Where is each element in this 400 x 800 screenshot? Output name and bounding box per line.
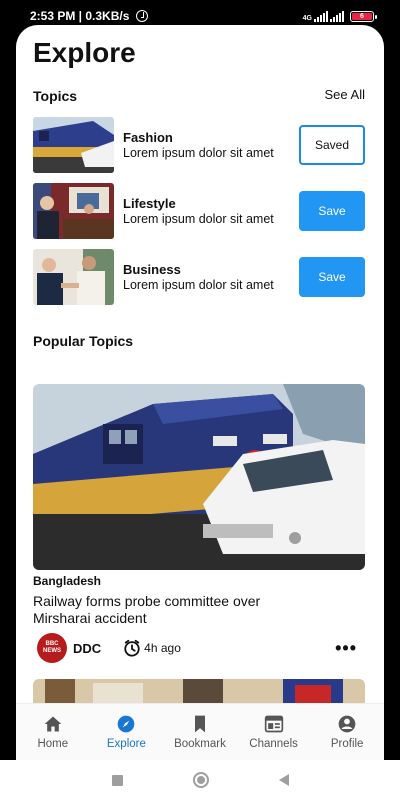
nav-label: Channels xyxy=(249,738,298,750)
status-time: 2:53 PM | 0.3KB/s xyxy=(30,9,130,23)
article-headline[interactable]: Railway forms probe committee over Mirsh… xyxy=(33,593,293,627)
topic-item-business[interactable]: Business Lorem ipsum dolor sit amet Save xyxy=(33,249,365,305)
home-button-icon[interactable] xyxy=(192,772,209,788)
battery-icon: 6 xyxy=(350,10,377,22)
clock-icon xyxy=(124,639,140,657)
topic-name: Fashion xyxy=(123,129,173,145)
nav-explore[interactable]: Explore xyxy=(90,704,164,760)
save-button[interactable]: Save xyxy=(299,191,365,231)
alarm-icon xyxy=(136,10,149,22)
popular-topics-heading: Popular Topics xyxy=(33,333,134,349)
nav-label: Home xyxy=(37,738,69,750)
compass-icon xyxy=(118,715,135,733)
topic-item-lifestyle[interactable]: Lifestyle Lorem ipsum dolor sit amet Sav… xyxy=(33,183,365,239)
system-navigation-bar xyxy=(0,760,400,800)
article-category: Bangladesh xyxy=(33,574,102,588)
topic-name: Lifestyle xyxy=(123,195,176,211)
article-source[interactable]: DDC xyxy=(73,641,101,656)
see-all-link[interactable]: See All xyxy=(325,87,365,102)
back-icon[interactable] xyxy=(278,774,289,786)
nav-channels[interactable]: Channels xyxy=(237,704,311,760)
bookmark-icon xyxy=(194,715,205,733)
topic-thumbnail xyxy=(33,183,114,239)
battery-level: 6 xyxy=(360,12,364,20)
topic-item-fashion[interactable]: Fashion Lorem ipsum dolor sit amet Saved xyxy=(33,117,365,173)
more-options-icon[interactable]: ••• xyxy=(335,638,357,659)
recents-icon[interactable] xyxy=(111,774,123,786)
signal-indicator: 4G xyxy=(302,10,344,22)
nav-label: Explore xyxy=(106,738,146,750)
article-image[interactable] xyxy=(33,384,365,570)
nav-home[interactable]: Home xyxy=(16,704,90,760)
page-title: Explore xyxy=(33,37,136,68)
topic-description: Lorem ipsum dolor sit amet xyxy=(123,145,274,160)
bottom-navigation: Home Explore Bookmark Channels Profile xyxy=(16,703,384,760)
nav-label: Bookmark xyxy=(174,738,226,750)
explore-screen: Explore Topics See All Fashion Lorem ips… xyxy=(16,25,384,760)
source-logo: BBC NEWS xyxy=(37,633,67,663)
home-icon xyxy=(44,716,62,732)
topic-thumbnail xyxy=(33,249,114,305)
profile-icon xyxy=(338,715,356,733)
nav-bookmark[interactable]: Bookmark xyxy=(163,704,237,760)
article-time: 4h ago xyxy=(144,641,181,655)
topics-heading: Topics xyxy=(33,88,78,104)
save-button[interactable]: Save xyxy=(299,257,365,297)
channels-icon xyxy=(264,715,283,733)
signal-bars-icon-2 xyxy=(330,10,344,22)
topic-name: Business xyxy=(123,261,181,277)
topic-description: Lorem ipsum dolor sit amet xyxy=(123,277,274,292)
topic-thumbnail xyxy=(33,117,114,173)
network-type: 4G xyxy=(302,14,312,22)
article-meta: BBC NEWS DDC 4h ago ••• xyxy=(37,632,365,664)
signal-bars-icon xyxy=(314,10,328,22)
topic-description: Lorem ipsum dolor sit amet xyxy=(123,211,274,226)
nav-profile[interactable]: Profile xyxy=(310,704,384,760)
saved-button[interactable]: Saved xyxy=(299,125,365,165)
nav-label: Profile xyxy=(330,738,364,750)
